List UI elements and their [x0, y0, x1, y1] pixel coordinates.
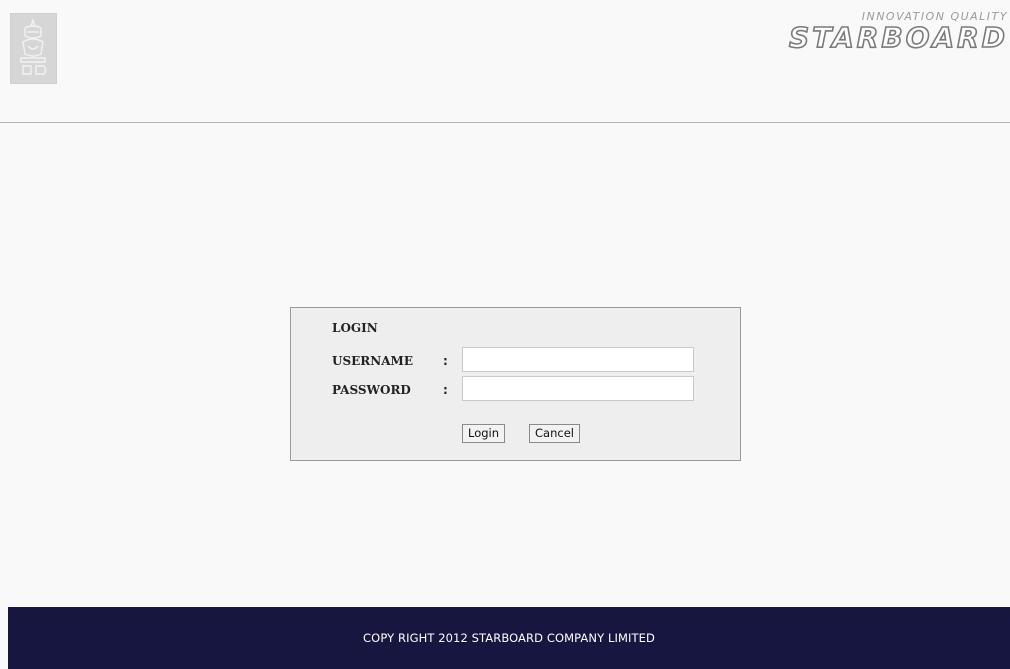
password-label: PASSWORD [332, 383, 411, 397]
header: INNOVATION QUALITY STARBOARD [0, 0, 1010, 123]
password-colon: : [443, 383, 448, 397]
username-input[interactable] [462, 347, 694, 372]
login-title: LOGIN [332, 321, 378, 335]
login-button[interactable]: Login [462, 424, 506, 443]
starboard-logo: INNOVATION QUALITY STARBOARD [772, 8, 1010, 52]
login-panel: LOGIN USERNAME : PASSWORD : Login Cancel [290, 307, 741, 461]
emblem-icon [10, 13, 57, 84]
footer: COPY RIGHT 2012 STARBOARD COMPANY LIMITE… [8, 607, 1010, 669]
brand-name: STARBOARD [789, 21, 1008, 52]
cancel-button[interactable]: Cancel [529, 424, 580, 443]
login-page: INNOVATION QUALITY STARBOARD LOGIN USERN… [0, 0, 1010, 669]
username-label: USERNAME [332, 354, 413, 368]
password-input[interactable] [462, 376, 694, 401]
footer-copyright: COPY RIGHT 2012 STARBOARD COMPANY LIMITE… [363, 631, 655, 645]
username-colon: : [443, 354, 448, 368]
